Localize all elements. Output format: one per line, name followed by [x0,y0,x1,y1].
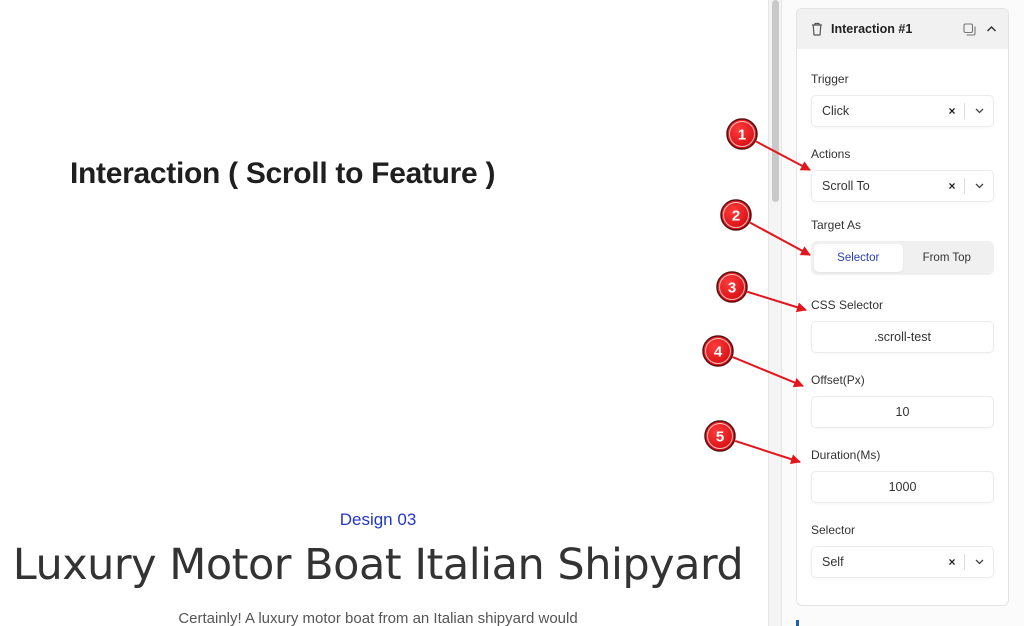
duration-input[interactable]: 1000 [811,471,994,503]
css-selector-field: CSS Selector .scroll-test [811,298,994,353]
duration-label: Duration(Ms) [811,448,881,462]
actions-field: Actions Scroll To × [811,147,994,202]
target-as-toggle: Selector From Top [811,241,994,275]
actions-select[interactable]: Scroll To × [811,170,994,202]
target-option-selector[interactable]: Selector [814,244,903,272]
duration-field: Duration(Ms) 1000 [811,448,994,503]
selector-value: Self [822,555,844,569]
offset-input[interactable]: 10 [811,396,994,428]
clear-icon[interactable]: × [940,104,964,118]
settings-sidebar: Interaction #1 Trigger Click × Actions S… [782,0,1024,626]
trash-icon[interactable] [811,22,823,36]
canvas-scrollbar[interactable] [768,0,782,626]
chevron-down-icon[interactable] [965,183,993,189]
css-selector-input[interactable]: .scroll-test [811,321,994,353]
interaction-title: Interaction #1 [831,22,913,36]
selector-select[interactable]: Self × [811,546,994,578]
target-as-field: Target As Selector From Top [811,218,994,275]
section-title: Luxury Motor Boat Italian Shipyard [12,540,744,590]
interaction-card-header[interactable]: Interaction #1 [797,9,1008,49]
chevron-down-icon[interactable] [965,108,993,114]
trigger-label: Trigger [811,72,849,86]
selector-field: Selector Self × [811,523,994,578]
section-body: Certainly! A luxury motor boat from an I… [178,610,578,626]
actions-label: Actions [811,147,851,161]
clear-icon[interactable]: × [940,555,964,569]
trigger-field: Trigger Click × [811,72,994,127]
clear-icon[interactable]: × [940,179,964,193]
trigger-select[interactable]: Click × [811,95,994,127]
editor-canvas: Interaction ( Scroll to Feature ) Design… [0,0,768,626]
next-section-indicator [796,620,799,626]
page-heading: Interaction ( Scroll to Feature ) [70,157,496,190]
actions-value: Scroll To [822,179,870,193]
trigger-value: Click [822,104,850,118]
offset-field: Offset(Px) 10 [811,373,994,428]
interaction-card: Interaction #1 Trigger Click × Actions S… [796,8,1009,606]
chevron-down-icon[interactable] [965,559,993,565]
css-selector-label: CSS Selector [811,298,884,312]
duplicate-icon[interactable] [962,22,976,36]
selector-label: Selector [811,523,856,537]
right-edge [1010,0,1024,626]
target-option-from-top[interactable]: From Top [903,244,992,272]
chevron-up-icon[interactable] [984,22,998,36]
section-eyebrow: Design 03 [339,510,417,529]
offset-label: Offset(Px) [811,373,865,387]
target-as-label: Target As [811,218,862,232]
scrollbar-thumb[interactable] [772,0,779,202]
